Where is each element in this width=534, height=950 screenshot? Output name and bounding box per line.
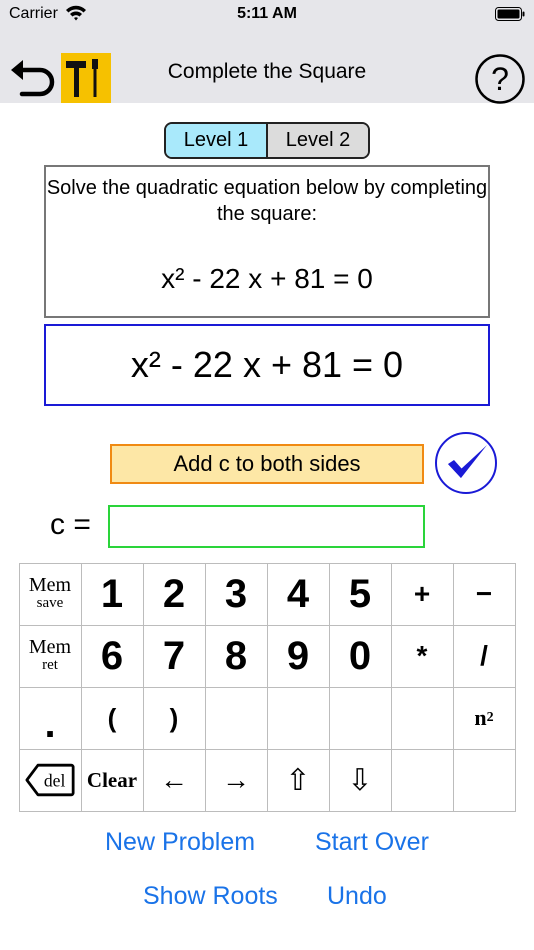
key-9[interactable]: 9: [266, 624, 330, 688]
page-title: Complete the Square: [167, 60, 367, 83]
key-4[interactable]: 4: [266, 562, 330, 626]
key-8[interactable]: 8: [204, 624, 268, 688]
hint-button[interactable]: Add c to both sides: [110, 444, 424, 484]
tab-level-2[interactable]: Level 2: [268, 124, 368, 157]
key-blank: [266, 686, 330, 750]
key-power[interactable]: n2: [452, 686, 516, 750]
work-equation: x² - 22 x + 81 = 0: [130, 344, 404, 385]
key-decimal[interactable]: .: [18, 686, 82, 750]
key-0[interactable]: 0: [328, 624, 392, 688]
key-6[interactable]: 6: [80, 624, 144, 688]
key-left-paren[interactable]: (: [80, 686, 144, 750]
arrow-down-icon[interactable]: ⇩: [328, 748, 392, 812]
power-exponent: 2: [486, 710, 494, 725]
work-equation-box: x² - 22 x + 81 = 0: [44, 324, 490, 406]
problem-instruction: Solve the quadratic equation below by co…: [46, 177, 488, 225]
key-blank: [452, 748, 516, 812]
back-arrow-icon[interactable]: [8, 56, 58, 98]
arrow-right-icon[interactable]: →: [204, 748, 268, 812]
arrow-left-icon[interactable]: ←: [142, 748, 206, 812]
new-problem-link[interactable]: New Problem: [105, 828, 255, 857]
battery-icon: [495, 7, 525, 21]
key-blank: [390, 686, 454, 750]
delete-label: del: [44, 770, 66, 790]
c-input[interactable]: [108, 505, 425, 548]
c-label: c =: [50, 508, 91, 541]
key-5[interactable]: 5: [328, 562, 392, 626]
key-blank: [390, 748, 454, 812]
problem-equation: x² - 22 x + 81 = 0: [161, 263, 373, 294]
key-multiply[interactable]: *: [390, 624, 454, 688]
problem-box: Solve the quadratic equation below by co…: [44, 165, 490, 318]
checkmark-icon[interactable]: [434, 431, 498, 495]
key-blank: [328, 686, 392, 750]
show-roots-link[interactable]: Show Roots: [143, 882, 278, 911]
key-1[interactable]: 1: [80, 562, 144, 626]
key-clear[interactable]: Clear: [80, 748, 144, 812]
level-selector: Level 1 Level 2: [164, 122, 370, 159]
mem-save-label: Mem: [28, 574, 72, 596]
key-3[interactable]: 3: [204, 562, 268, 626]
mem-save-key[interactable]: Mem save: [18, 562, 82, 626]
key-right-paren[interactable]: ): [142, 686, 206, 750]
key-plus[interactable]: +: [390, 562, 454, 626]
undo-link[interactable]: Undo: [327, 882, 387, 911]
key-2[interactable]: 2: [142, 562, 206, 626]
start-over-link[interactable]: Start Over: [315, 828, 429, 857]
key-blank: [204, 686, 268, 750]
keypad: Mem save 1 2 3 4 5 + − Mem ret 6 7 8 9 0…: [18, 562, 516, 812]
key-minus[interactable]: −: [452, 562, 516, 626]
mem-ret-sublabel: ret: [42, 657, 58, 673]
mem-ret-label: Mem: [28, 636, 72, 658]
mem-ret-key[interactable]: Mem ret: [18, 624, 82, 688]
help-label: ?: [491, 61, 509, 97]
key-divide[interactable]: /: [452, 624, 516, 688]
mem-save-sublabel: save: [36, 595, 64, 611]
key-7[interactable]: 7: [142, 624, 206, 688]
help-icon[interactable]: ?: [474, 53, 526, 105]
tab-level-1[interactable]: Level 1: [166, 124, 268, 157]
arrow-up-icon[interactable]: ⇧: [266, 748, 330, 812]
backspace-icon: del: [25, 763, 75, 797]
power-base: n: [474, 705, 487, 730]
status-time: 5:11 AM: [237, 5, 297, 22]
key-delete[interactable]: del: [18, 748, 82, 812]
